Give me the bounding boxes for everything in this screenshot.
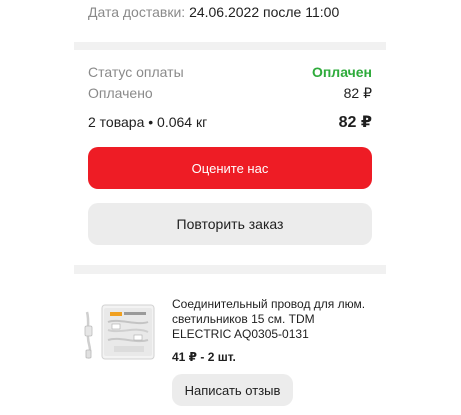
- delivery-date-label: Дата доставки:: [88, 4, 186, 20]
- card-divider: [74, 42, 386, 50]
- product-title[interactable]: Соединительный провод для люм. светильни…: [172, 297, 372, 342]
- paid-amount-label: Оплачено: [88, 85, 153, 101]
- write-review-button[interactable]: Написать отзыв: [172, 374, 293, 406]
- order-summary: 2 товара • 0.064 кг: [88, 114, 208, 130]
- delivery-card: Дата доставки: 24.06.2022 после 11:00: [74, 0, 386, 42]
- delivery-date: Дата доставки: 24.06.2022 после 11:00: [88, 4, 339, 20]
- cable-package-image[interactable]: [84, 304, 162, 360]
- repeat-order-button[interactable]: Повторить заказ: [88, 203, 372, 245]
- product-price-quantity: 41 ₽ - 2 шт.: [172, 350, 236, 364]
- payment-status-row: Статус оплаты Оплачен: [88, 64, 372, 80]
- delivery-date-value: 24.06.2022 после 11:00: [189, 4, 340, 20]
- rate-us-button[interactable]: Оцените нас: [88, 147, 372, 189]
- paid-amount-value: 82 ₽: [343, 85, 372, 101]
- payment-status-label: Статус оплаты: [88, 64, 184, 80]
- payment-card: Статус оплаты Оплачен Оплачено 82 ₽ 2 то…: [74, 50, 386, 265]
- payment-status-value: Оплачен: [311, 64, 372, 80]
- card-divider: [74, 265, 386, 274]
- order-total-row: 2 товара • 0.064 кг 82 ₽: [88, 112, 372, 132]
- order-total-value: 82 ₽: [338, 114, 372, 131]
- paid-amount-row: Оплачено 82 ₽: [88, 85, 372, 102]
- order-item-card: Соединительный провод для люм. светильни…: [74, 274, 386, 415]
